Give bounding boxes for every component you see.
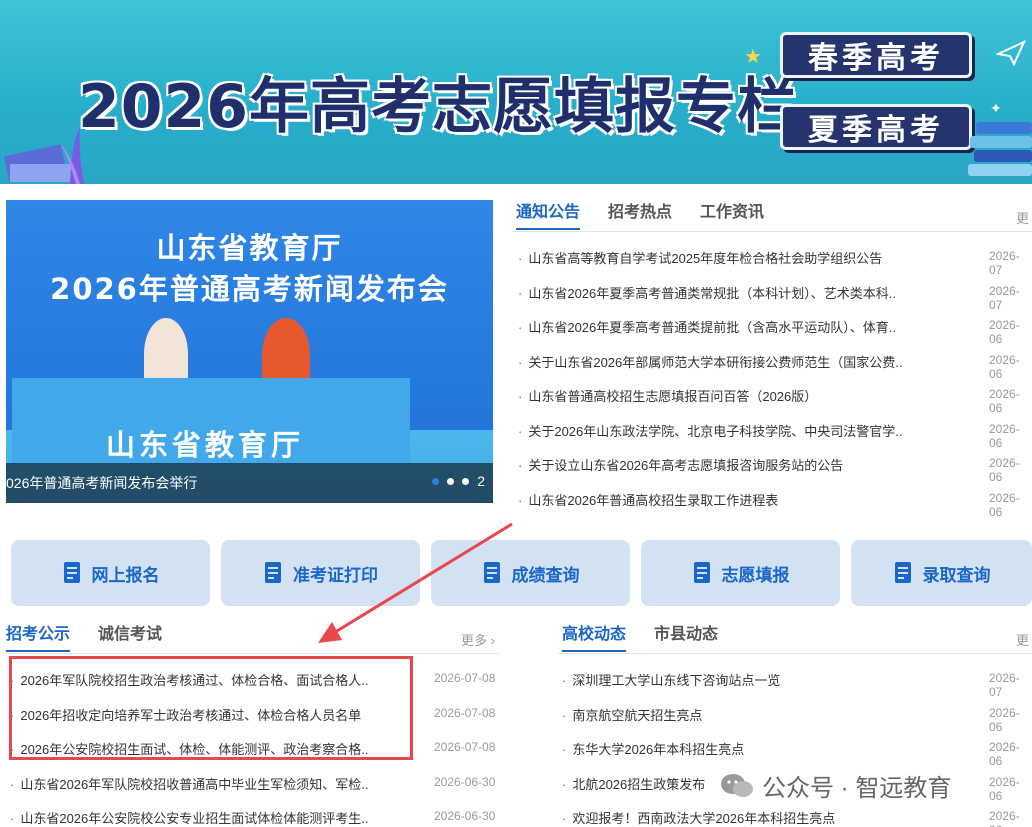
slide-caption-tail: 2 bbox=[477, 473, 485, 489]
document-edit-icon bbox=[62, 561, 84, 585]
star-icon: ★ bbox=[744, 46, 762, 68]
notice-date: 2026-06 bbox=[989, 490, 1020, 519]
notice-date: 2026-07 bbox=[989, 249, 1020, 277]
slide-dot-1[interactable] bbox=[432, 478, 440, 485]
notice-date: 2026-07 bbox=[989, 283, 1020, 312]
notices-tabbar: 通知公告 招考热点 工作资讯 更 bbox=[512, 198, 1032, 232]
notice-item[interactable]: 山东省普通高校招生志愿填报百问百答（2026版） bbox=[518, 386, 918, 405]
tab-work-news[interactable]: 工作资讯 bbox=[700, 198, 764, 228]
quick-button-4[interactable]: 志愿填报 bbox=[641, 540, 840, 606]
quick-button-label: 录取查询 bbox=[922, 565, 991, 585]
banner-title: 2026年高考志愿填报专栏 bbox=[78, 72, 798, 142]
quick-button-5[interactable]: 录取查询 bbox=[851, 540, 1032, 606]
public-item[interactable]: 山东省2026年军队院校招收普通高中毕业生军检须知、军检.. bbox=[10, 774, 390, 793]
tab-integrity-exam[interactable]: 诚信考试 bbox=[98, 620, 162, 650]
admission-search-icon bbox=[893, 561, 915, 585]
notice-item[interactable]: 关于2026年山东政法学院、北京电子科技学院、中央司法警官学.. bbox=[518, 421, 918, 440]
college-item[interactable]: 欢迎报考！西南政法大学2026年本科招生亮点 bbox=[562, 808, 962, 827]
news-slideshow[interactable]: 山东省教育厅 2026年普通高考新闻发布会 山东省教育厅 026年普通高考新闻发… bbox=[6, 200, 493, 503]
public-date: 2026-07-08 bbox=[434, 671, 496, 685]
notice-item[interactable]: 山东省2026年普通高校招生录取工作进程表 bbox=[518, 490, 918, 509]
public-date: 2026-07-08 bbox=[434, 740, 496, 754]
quick-button-label: 成绩查询 bbox=[511, 565, 580, 585]
slide-caption[interactable]: 026年普通高考新闻发布会举行 bbox=[6, 473, 197, 493]
notice-date: 2026-06 bbox=[989, 456, 1020, 484]
college-date: 2026-06 bbox=[989, 705, 1020, 734]
quick-button-3[interactable]: 成绩查询 bbox=[431, 540, 630, 606]
quick-button-label: 网上报名 bbox=[91, 565, 160, 585]
quick-button-1[interactable]: 网上报名 bbox=[11, 540, 210, 606]
college-date: 2026-07 bbox=[989, 671, 1020, 699]
highlight-box bbox=[9, 656, 413, 760]
printer-icon bbox=[263, 561, 285, 585]
notices-more-link[interactable]: 更 bbox=[1016, 208, 1029, 227]
public-more-label: 更多 bbox=[461, 633, 488, 648]
banner: 2026年高考志愿填报专栏 ★ ✦ 春季高考 夏季高考 bbox=[0, 0, 1032, 184]
spring-exam-button[interactable]: 春季高考 bbox=[780, 32, 972, 78]
notice-item[interactable]: 山东省高等教育自学考试2025年度年检合格社会助学组织公告 bbox=[518, 248, 918, 267]
college-date: 2026-06 bbox=[989, 740, 1020, 768]
slide-dot-2[interactable] bbox=[447, 478, 455, 485]
quick-button-2[interactable]: 准考证打印 bbox=[221, 540, 420, 606]
college-date: 2026-06 bbox=[989, 809, 1020, 827]
public-item[interactable]: 山东省2026年公安院校公安专业招生面试体检体能测评考生.. bbox=[10, 808, 390, 827]
colleges-tabbar: 高校动态 市县动态 更 bbox=[558, 620, 1032, 654]
public-date: 2026-07-08 bbox=[434, 705, 496, 720]
notice-item[interactable]: 山东省2026年夏季高考普通类常规批（本科计划）、艺术类本科.. bbox=[518, 283, 918, 302]
slide-heading-line2: 2026年普通高考新闻发布会 bbox=[50, 272, 449, 306]
slide-caption-bar: 026年普通高考新闻发布会举行 2 bbox=[6, 463, 493, 503]
college-item[interactable]: 南京航空航天招生亮点 bbox=[562, 705, 962, 724]
quick-button-label: 志愿填报 bbox=[721, 565, 790, 585]
tab-city-county-news[interactable]: 市县动态 bbox=[654, 620, 718, 650]
public-date: 2026-06-30 bbox=[434, 809, 496, 823]
notice-item[interactable]: 关于设立山东省2026年高考志愿填报咨询服务站的公告 bbox=[518, 455, 918, 474]
watermark: 公众号 · 智远教育 bbox=[720, 768, 951, 803]
wechat-icon bbox=[720, 772, 754, 800]
college-item[interactable]: 深圳理工大学山东线下咨询站点一览 bbox=[562, 670, 962, 689]
slide-heading-line1: 山东省教育厅 bbox=[156, 231, 343, 265]
tab-exam-hot[interactable]: 招考热点 bbox=[608, 198, 672, 228]
tab-public-notice[interactable]: 招考公示 bbox=[6, 620, 71, 652]
notice-item[interactable]: 山东省2026年夏季高考普通类提前批（含高水平运动队）、体育.. bbox=[518, 317, 918, 336]
form-edit-icon bbox=[692, 561, 714, 585]
tab-notices[interactable]: 通知公告 bbox=[516, 198, 581, 230]
books-icon bbox=[966, 112, 1032, 184]
public-tabbar: 招考公示 诚信考试 更多 › bbox=[6, 620, 500, 654]
score-search-icon bbox=[482, 561, 504, 585]
notice-date: 2026-06 bbox=[989, 387, 1020, 415]
tab-college-news[interactable]: 高校动态 bbox=[562, 620, 627, 652]
slide-backdrop-text: 山东省教育厅 bbox=[106, 428, 305, 462]
chevron-right-icon: › bbox=[487, 633, 495, 648]
slide-dot-3[interactable] bbox=[462, 478, 470, 485]
notice-date: 2026-06 bbox=[989, 421, 1020, 450]
quick-button-label: 准考证打印 bbox=[293, 565, 378, 585]
slide-pagination: 2 bbox=[432, 473, 485, 489]
watermark-text: 公众号 · 智远教育 bbox=[762, 775, 952, 802]
summer-exam-button[interactable]: 夏季高考 bbox=[780, 104, 972, 150]
college-item[interactable]: 东华大学2026年本科招生亮点 bbox=[562, 739, 962, 758]
notice-item[interactable]: 关于山东省2026年部属师范大学本研衔接公费师范生（国家公费.. bbox=[518, 352, 918, 371]
college-date: 2026-06 bbox=[989, 774, 1020, 803]
notice-date: 2026-06 bbox=[989, 352, 1020, 381]
paper-plane-icon bbox=[994, 39, 1027, 71]
colleges-more-link[interactable]: 更 bbox=[1016, 630, 1029, 649]
notice-date: 2026-06 bbox=[989, 318, 1020, 346]
public-more-link[interactable]: 更多 › bbox=[461, 630, 495, 649]
public-date: 2026-06-30 bbox=[434, 774, 496, 789]
